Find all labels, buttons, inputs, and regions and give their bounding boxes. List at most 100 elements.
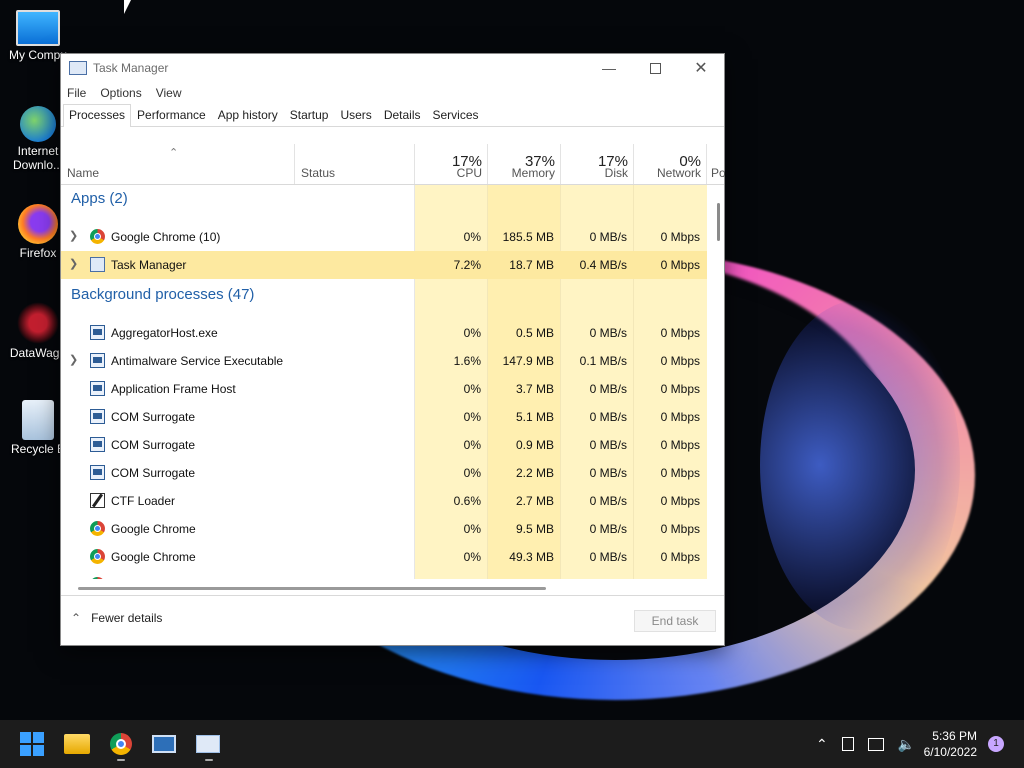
- column-header-row: ⌃ Name Status 17% CPU 37% Memory 17% Dis…: [61, 144, 725, 185]
- column-header-status[interactable]: Status: [294, 144, 415, 184]
- taskbar-chrome[interactable]: [108, 732, 134, 761]
- table-row[interactable]: COM Surrogate 0% 2.2 MB 0 MB/s 0 Mbps: [61, 459, 707, 487]
- table-row[interactable]: ❯ Antimalware Service Executable 1.6% 14…: [61, 347, 707, 375]
- maximize-button[interactable]: [632, 54, 678, 82]
- task-manager-icon: [196, 735, 220, 753]
- process-icon: [90, 437, 105, 452]
- ctf-loader-icon: [90, 493, 105, 508]
- process-list: Apps (2) ❯ Google Chrome (10) 0% 185.5 M…: [61, 185, 707, 579]
- task-manager-icon: [90, 257, 105, 272]
- table-row[interactable]: COM Surrogate 0% 0.9 MB 0 MB/s 0 Mbps: [61, 431, 707, 459]
- table-row[interactable]: Google Chrome 0% 9.5 MB 0 MB/s 0 Mbps: [61, 515, 707, 543]
- window-title: Task Manager: [93, 61, 169, 75]
- desktop-icon-label: Recycle B: [10, 442, 66, 456]
- datawagon-icon: [17, 302, 59, 344]
- chrome-icon: [90, 549, 105, 564]
- recycle-bin-icon: [22, 400, 54, 440]
- taskbar-task-manager[interactable]: [196, 732, 222, 761]
- firefox-icon: [18, 204, 58, 244]
- tab-processes[interactable]: Processes: [63, 104, 132, 127]
- minimize-button[interactable]: —: [586, 54, 632, 82]
- table-row[interactable]: AggregatorHost.exe 0% 0.5 MB 0 MB/s 0 Mb…: [61, 319, 707, 347]
- chevron-up-icon: ⌃: [71, 611, 82, 625]
- tab-performance[interactable]: Performance: [131, 104, 212, 126]
- running-indicator: [205, 759, 213, 761]
- close-button[interactable]: ✕: [678, 54, 724, 82]
- tab-startup[interactable]: Startup: [284, 104, 335, 126]
- process-icon: [90, 325, 105, 340]
- sort-ascending-icon: ⌃: [169, 147, 179, 159]
- tab-strip: Processes Performance App history Startu…: [61, 104, 724, 127]
- clock-time: 5:36 PM: [932, 729, 977, 743]
- tab-details[interactable]: Details: [378, 104, 427, 126]
- tab-services[interactable]: Services: [427, 104, 485, 126]
- title-bar[interactable]: Task Manager — ✕: [61, 54, 724, 82]
- process-icon: [90, 353, 105, 368]
- taskbar: ⌃ 🔈 5:36 PM 6/10/2022 1: [0, 720, 1024, 768]
- taskbar-app-window[interactable]: [152, 732, 178, 756]
- menu-file[interactable]: File: [67, 86, 86, 100]
- end-task-button[interactable]: End task: [634, 610, 716, 632]
- volume-icon[interactable]: 🔈: [898, 736, 915, 753]
- table-row[interactable]: COM Surrogate 0% 5.1 MB 0 MB/s 0 Mbps: [61, 403, 707, 431]
- desktop-icon-label: DataWago: [9, 346, 67, 360]
- table-row[interactable]: CTF Loader 0.6% 2.7 MB 0 MB/s 0 Mbps: [61, 487, 707, 515]
- process-icon: [90, 409, 105, 424]
- notification-badge[interactable]: 1: [988, 736, 1004, 752]
- chrome-icon: [90, 577, 105, 579]
- group-header-background[interactable]: Background processes (47): [61, 281, 707, 309]
- vertical-scrollbar[interactable]: [717, 203, 720, 241]
- fewer-details-button[interactable]: ⌃ Fewer details: [71, 611, 162, 625]
- column-header-memory[interactable]: 37% Memory: [487, 144, 561, 184]
- task-manager-icon: [69, 61, 87, 75]
- expand-chevron-icon[interactable]: ❯: [69, 229, 78, 242]
- menu-options[interactable]: Options: [100, 86, 141, 100]
- column-header-power[interactable]: Po: [706, 144, 725, 184]
- chrome-icon: [90, 521, 105, 536]
- column-header-network[interactable]: 0% Network: [633, 144, 707, 184]
- horizontal-scrollbar[interactable]: [78, 587, 546, 590]
- network-icon[interactable]: [867, 737, 884, 751]
- menu-view[interactable]: View: [156, 86, 182, 100]
- tablet-icon[interactable]: [841, 737, 854, 751]
- task-manager-window: Task Manager — ✕ File Options View Proce…: [60, 53, 725, 646]
- footer-divider: [61, 595, 724, 596]
- table-row[interactable]: Application Frame Host 0% 3.7 MB 0 MB/s …: [61, 375, 707, 403]
- column-header-disk[interactable]: 17% Disk: [560, 144, 634, 184]
- desktop-icon-label: Internet Downlo...: [12, 144, 64, 172]
- clock[interactable]: 5:36 PM 6/10/2022: [924, 728, 977, 760]
- table-row[interactable]: [61, 571, 707, 579]
- minimize-icon: —: [602, 60, 616, 76]
- process-icon: [90, 465, 105, 480]
- monitor-icon: [16, 10, 60, 46]
- chrome-icon: [90, 229, 105, 244]
- wallpaper-glow: [760, 300, 960, 630]
- maximize-icon: [649, 62, 661, 74]
- table-row[interactable]: Google Chrome 0% 49.3 MB 0 MB/s 0 Mbps: [61, 543, 707, 571]
- desktop-icon-label: My Compu: [8, 48, 67, 62]
- column-header-cpu[interactable]: 17% CPU: [414, 144, 488, 184]
- table-row[interactable]: ❯ Task Manager 7.2% 18.7 MB 0.4 MB/s 0 M…: [61, 251, 707, 279]
- process-icon: [90, 381, 105, 396]
- folder-icon: [64, 734, 90, 754]
- app-window-icon: [152, 735, 176, 753]
- column-header-name[interactable]: ⌃ Name: [61, 144, 294, 184]
- system-tray: ⌃ 🔈: [816, 720, 915, 768]
- chrome-icon: [110, 733, 132, 755]
- taskbar-file-explorer[interactable]: [64, 732, 90, 756]
- globe-download-icon: [20, 106, 56, 142]
- close-icon: ✕: [694, 60, 708, 77]
- windows-start-icon: [20, 732, 44, 756]
- mouse-cursor-icon: [124, 0, 131, 14]
- tab-app-history[interactable]: App history: [212, 104, 284, 126]
- desktop-icon-label: Firefox: [19, 246, 57, 260]
- start-button[interactable]: [20, 732, 46, 756]
- clock-date: 6/10/2022: [923, 745, 977, 759]
- group-header-apps[interactable]: Apps (2): [61, 185, 707, 213]
- table-row[interactable]: ❯ Google Chrome (10) 0% 185.5 MB 0 MB/s …: [61, 223, 707, 251]
- tab-users[interactable]: Users: [334, 104, 377, 126]
- expand-chevron-icon[interactable]: ❯: [69, 257, 78, 270]
- chevron-up-icon[interactable]: ⌃: [816, 736, 828, 753]
- menu-bar: File Options View: [61, 82, 724, 104]
- expand-chevron-icon[interactable]: ❯: [69, 353, 78, 366]
